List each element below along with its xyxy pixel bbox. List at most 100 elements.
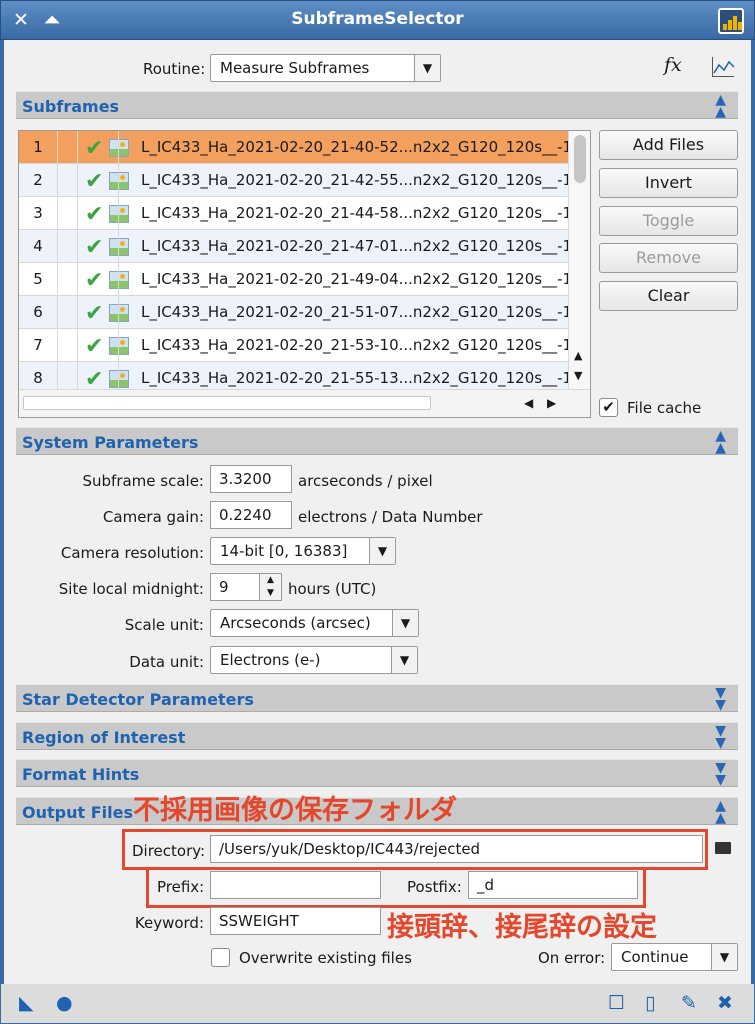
- data-unit-select[interactable]: Electrons (e-) ▼: [210, 646, 418, 674]
- toggle-button[interactable]: Toggle: [599, 206, 738, 236]
- document-icon[interactable]: ▯: [645, 993, 655, 1013]
- image-icon: [109, 238, 129, 256]
- on-error-select[interactable]: Continue ▼: [611, 943, 738, 971]
- file-cache-label: File cache: [627, 399, 702, 417]
- collapse-icon[interactable]: ▲ ▲: [715, 429, 726, 455]
- site-midnight-label: Site local midnight:: [58, 580, 204, 598]
- scroll-left-icon[interactable]: ◀: [524, 396, 533, 410]
- reset-icon[interactable]: ✖: [717, 993, 733, 1013]
- prefix-input[interactable]: [210, 871, 381, 899]
- scroll-thumb[interactable]: [23, 396, 431, 410]
- camera-resolution-value: 14-bit [0, 16383]: [220, 542, 348, 560]
- file-name: L_IC433_Ha_2021-02-20_21-49-04...n2x2_G1…: [141, 270, 573, 288]
- file-name: L_IC433_Ha_2021-02-20_21-40-52...n2x2_G1…: [141, 138, 573, 156]
- row-number: 5: [33, 270, 43, 288]
- site-midnight-value: 9: [219, 578, 229, 596]
- table-row[interactable]: 3 ✔ L_IC433_Ha_2021-02-20_21-44-58...n2x2_…: [19, 197, 572, 230]
- vertical-scrollbar[interactable]: ▲ ▼: [568, 131, 590, 389]
- keyword-label: Keyword:: [134, 914, 204, 932]
- scroll-down-icon[interactable]: ▼: [574, 369, 582, 382]
- scroll-up-icon[interactable]: ▲: [574, 349, 582, 362]
- invert-button[interactable]: Invert: [599, 168, 738, 198]
- data-unit-value: Electrons (e-): [220, 651, 321, 669]
- chevron-down-icon: ▼: [369, 538, 395, 564]
- keyword-input[interactable]: SSWEIGHT: [210, 907, 381, 935]
- new-instance-icon[interactable]: ◣: [19, 993, 34, 1013]
- section-star-detector[interactable]: Star Detector Parameters ▼ ▼: [16, 684, 738, 712]
- check-icon[interactable]: ✔: [85, 334, 103, 359]
- bottom-toolbar: ◣ ● ☐ ▯ ✎ ✖: [0, 984, 755, 1024]
- image-icon: [109, 172, 129, 190]
- apply-global-icon[interactable]: ●: [56, 993, 73, 1013]
- wrench-icon[interactable]: ✎: [681, 993, 697, 1013]
- overwrite-checkbox[interactable]: [211, 948, 230, 967]
- stepper-icon[interactable]: ▲ ▼: [259, 574, 281, 600]
- chevron-down-icon: ▼: [711, 944, 737, 970]
- check-icon[interactable]: ✔: [85, 136, 103, 161]
- scale-unit-label: Scale unit:: [124, 616, 204, 634]
- scroll-thumb[interactable]: [574, 135, 586, 183]
- collapse-icon[interactable]: ▲ ▲: [715, 799, 726, 825]
- file-name: L_IC433_Ha_2021-02-20_21-51-07...n2x2_G1…: [141, 303, 573, 321]
- graph-icon[interactable]: [712, 57, 735, 77]
- check-icon[interactable]: ✔: [85, 235, 103, 260]
- table-row[interactable]: 5 ✔ L_IC433_Ha_2021-02-20_21-49-04...n2x2_…: [19, 263, 573, 296]
- file-cache-checkbox[interactable]: ✔: [599, 398, 618, 417]
- site-midnight-spinner[interactable]: 9 ▲ ▼: [210, 573, 282, 601]
- scale-unit-value: Arcseconds (arcsec): [220, 614, 371, 632]
- section-region-of-interest[interactable]: Region of Interest ▼ ▼: [16, 722, 738, 750]
- chevron-down-icon: ▼: [391, 647, 417, 673]
- expand-icon[interactable]: ▼ ▼: [715, 724, 726, 750]
- remove-button[interactable]: Remove: [599, 243, 738, 273]
- row-number: 2: [33, 171, 43, 189]
- scroll-right-icon[interactable]: ▶: [547, 396, 556, 410]
- expand-icon[interactable]: ▼ ▼: [715, 686, 726, 712]
- add-files-button[interactable]: Add Files: [599, 130, 738, 160]
- file-name: L_IC433_Ha_2021-02-20_21-53-10...n2x2_G1…: [141, 336, 573, 354]
- check-icon[interactable]: ✔: [85, 202, 103, 227]
- directory-input[interactable]: /Users/yuk/Desktop/IC443/rejected: [210, 835, 703, 863]
- image-icon: [109, 271, 129, 289]
- table-row[interactable]: 6 ✔ L_IC433_Ha_2021-02-20_21-51-07...n2x2_…: [19, 296, 573, 329]
- subframe-scale-input[interactable]: 3.3200: [210, 465, 292, 493]
- section-title: Star Detector Parameters: [22, 690, 254, 709]
- check-icon[interactable]: ✔: [85, 268, 103, 293]
- overwrite-label: Overwrite existing files: [239, 949, 412, 967]
- table-row[interactable]: 4 ✔ L_IC433_Ha_2021-02-20_21-47-01...n2x2_…: [19, 230, 573, 263]
- postfix-label: Postfix:: [407, 878, 462, 896]
- table-row[interactable]: 7 ✔ L_IC433_Ha_2021-02-20_21-53-10...n2x2_…: [19, 329, 573, 362]
- postfix-input[interactable]: _d: [468, 871, 638, 899]
- section-system-parameters[interactable]: System Parameters ▲ ▲: [16, 427, 738, 455]
- camera-gain-input[interactable]: 0.2240: [210, 501, 292, 529]
- camera-gain-label: Camera gain:: [102, 508, 204, 526]
- fx-icon[interactable]: fx: [664, 54, 682, 76]
- table-row[interactable]: 1 ✔ L_IC433_Ha_2021-02-20_21-40-52...n2x2_…: [19, 131, 573, 164]
- collapse-icon[interactable]: ▲ ▲: [715, 93, 726, 119]
- check-icon[interactable]: ✔: [85, 169, 103, 194]
- clear-button[interactable]: Clear: [599, 281, 738, 311]
- subframe-scale-label: Subframe scale:: [82, 472, 204, 490]
- section-format-hints[interactable]: Format Hints ▼ ▼: [16, 759, 738, 787]
- section-title: Format Hints: [22, 765, 140, 784]
- section-subframes[interactable]: Subframes ▲ ▲: [16, 91, 738, 119]
- check-icon[interactable]: ✔: [85, 301, 103, 326]
- camera-resolution-select[interactable]: 14-bit [0, 16383] ▼: [210, 537, 396, 565]
- data-unit-label: Data unit:: [129, 653, 204, 671]
- image-icon: [109, 337, 129, 355]
- scale-unit-select[interactable]: Arcseconds (arcsec) ▼: [210, 609, 419, 637]
- file-name: L_IC433_Ha_2021-02-20_21-47-01...n2x2_G1…: [141, 237, 573, 255]
- file-name: L_IC433_Ha_2021-02-20_21-42-55...n2x2_G1…: [141, 171, 573, 189]
- section-title: System Parameters: [22, 433, 199, 452]
- annotation-output-folder: 不採用画像の保存フォルダ: [133, 795, 457, 826]
- table-row[interactable]: 2 ✔ L_IC433_Ha_2021-02-20_21-42-55...n2x2_…: [19, 164, 573, 197]
- subframes-table[interactable]: 1 ✔ L_IC433_Ha_2021-02-20_21-40-52...n2x2_…: [18, 130, 591, 418]
- expand-icon[interactable]: ▼ ▼: [715, 761, 726, 787]
- row-number: 7: [33, 336, 43, 354]
- preview-icon[interactable]: ☐: [608, 993, 625, 1013]
- section-title: Output Files: [22, 803, 133, 822]
- folder-icon[interactable]: [715, 842, 731, 854]
- routine-select[interactable]: Measure Subframes ▼: [210, 54, 441, 82]
- chevron-down-icon: ▼: [414, 55, 440, 81]
- horizontal-scrollbar[interactable]: ◀ ▶: [19, 389, 590, 417]
- camera-gain-unit: electrons / Data Number: [298, 508, 483, 526]
